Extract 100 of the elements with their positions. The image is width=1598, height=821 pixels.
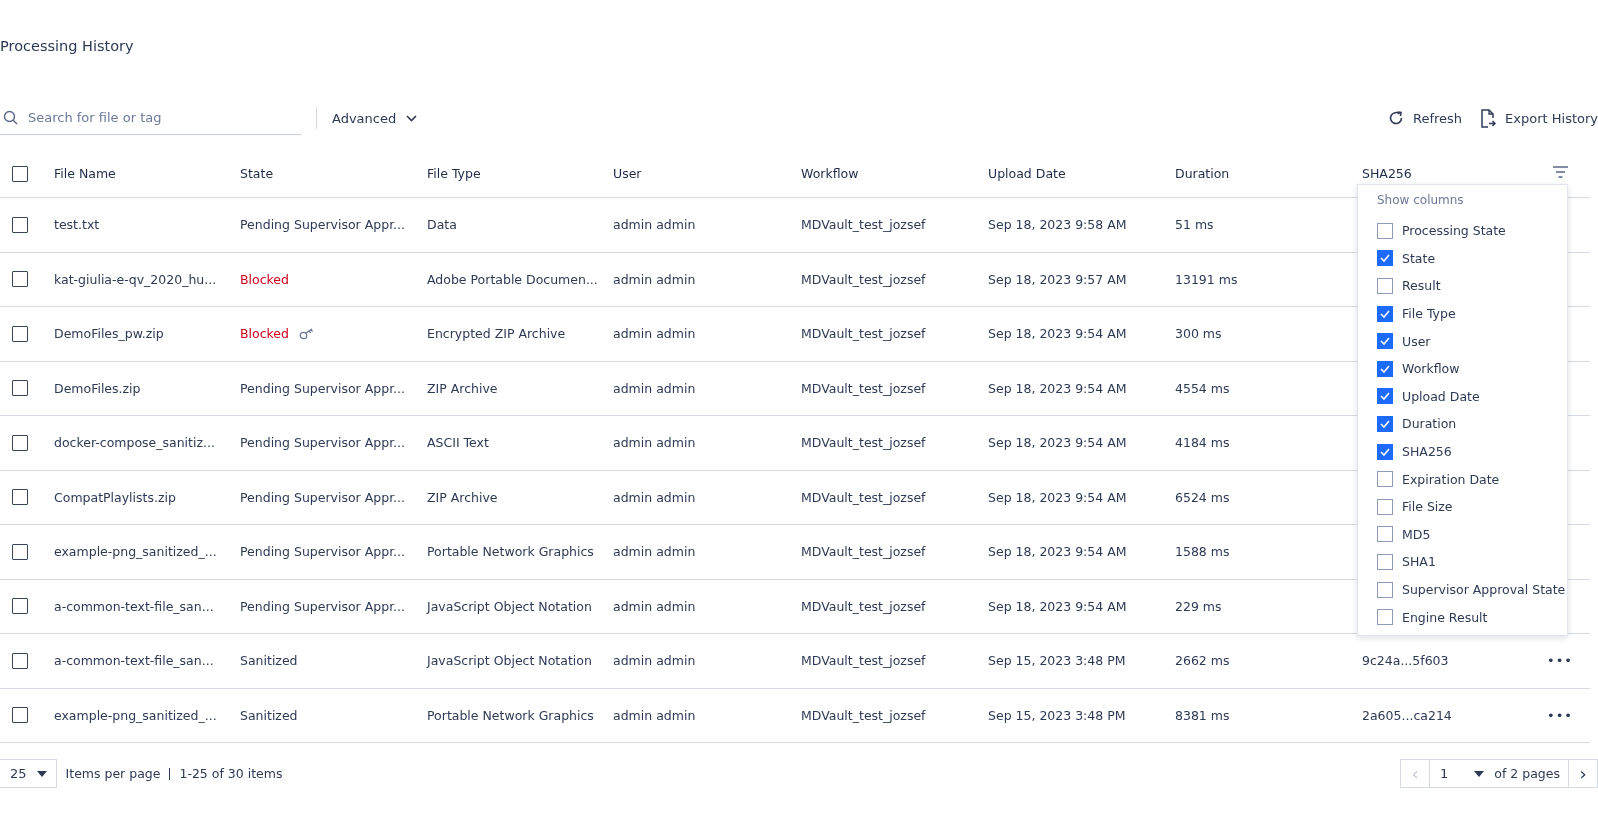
state-cell: Pending Supervisor Appr...: [240, 217, 406, 233]
column-checkbox[interactable]: [1377, 443, 1393, 460]
caret-icon: [36, 770, 47, 777]
column-checkbox[interactable]: [1377, 333, 1393, 350]
column-header[interactable]: Workflow: [801, 166, 859, 181]
column-option-label[interactable]: Workflow: [1402, 361, 1460, 377]
column-checkbox[interactable]: [1377, 471, 1393, 488]
column-option-label[interactable]: MD5: [1402, 526, 1431, 542]
file-type-cell: Adobe Portable Documen...: [427, 271, 598, 287]
export-history-button[interactable]: Export History: [1480, 108, 1598, 128]
column-option-label[interactable]: State: [1402, 250, 1436, 266]
upload-date-cell: Sep 18, 2023 9:54 AM: [988, 435, 1127, 451]
advanced-dropdown[interactable]: Advanced: [332, 110, 418, 126]
duration-cell: 51 ms: [1175, 217, 1214, 233]
filter-icon[interactable]: [1552, 166, 1568, 178]
user-cell: admin admin: [613, 544, 696, 560]
file-name-cell: docker-compose_sanitiz...: [54, 435, 215, 451]
column-checkbox[interactable]: [1377, 553, 1393, 570]
column-option-label[interactable]: File Size: [1402, 499, 1453, 515]
column-option-label[interactable]: Engine Result: [1402, 609, 1488, 625]
column-option-label[interactable]: Processing State: [1402, 223, 1506, 239]
column-checkbox[interactable]: [1377, 250, 1393, 267]
column-option-label[interactable]: User: [1402, 333, 1431, 349]
column-checkbox[interactable]: [1377, 498, 1393, 515]
upload-date-cell: Sep 18, 2023 9:54 AM: [988, 489, 1127, 505]
sha256-cell: 2a605...ca214: [1362, 707, 1452, 723]
file-name-cell: DemoFiles.zip: [54, 380, 141, 396]
user-cell: admin admin: [613, 435, 696, 451]
column-checkbox[interactable]: [1377, 388, 1393, 405]
check-icon: [1380, 392, 1390, 401]
row-checkbox[interactable]: [12, 489, 28, 506]
column-option-label[interactable]: Expiration Date: [1402, 471, 1500, 487]
page-size-dropdown[interactable]: 25: [0, 759, 57, 788]
duration-cell: 2662 ms: [1175, 653, 1230, 669]
upload-date-cell: Sep 18, 2023 9:54 AM: [988, 326, 1127, 342]
user-cell: admin admin: [613, 653, 696, 669]
row-checkbox[interactable]: [12, 271, 28, 288]
user-cell: admin admin: [613, 707, 696, 723]
column-checkbox[interactable]: [1377, 415, 1393, 432]
page-title: Processing History: [0, 37, 135, 56]
user-cell: admin admin: [613, 598, 696, 614]
column-option-label[interactable]: Duration: [1402, 416, 1457, 432]
column-option-label[interactable]: Supervisor Approval State: [1402, 582, 1566, 597]
column-option-label[interactable]: Upload Date: [1402, 388, 1480, 404]
column-header[interactable]: File Name: [54, 166, 116, 181]
state-cell: Sanitized: [240, 707, 298, 723]
column-header[interactable]: User: [613, 166, 642, 181]
refresh-button[interactable]: Refresh: [1387, 110, 1463, 126]
file-name-cell: example-png_sanitized_...: [54, 544, 217, 560]
upload-date-cell: Sep 18, 2023 9:54 AM: [988, 598, 1127, 614]
column-option-label[interactable]: SHA1: [1402, 554, 1436, 570]
more-options-button[interactable]: •••: [1547, 653, 1573, 669]
column-checkbox[interactable]: [1377, 526, 1393, 543]
column-header[interactable]: State: [240, 166, 274, 181]
column-checkbox[interactable]: [1377, 360, 1393, 377]
workflow-cell: MDVault_test_jozsef: [801, 271, 926, 287]
workflow-cell: MDVault_test_jozsef: [801, 380, 926, 396]
search-field[interactable]: Search for file or tag: [28, 110, 278, 125]
file-type-cell: Portable Network Graphics: [427, 707, 594, 723]
row-checkbox[interactable]: [12, 652, 28, 669]
row-checkbox[interactable]: [12, 434, 28, 451]
row-checkbox[interactable]: [12, 543, 28, 560]
column-checkbox[interactable]: [1377, 581, 1393, 598]
column-checkbox[interactable]: [1377, 222, 1393, 239]
row-checkbox[interactable]: [12, 380, 28, 397]
row-checkbox[interactable]: [12, 598, 28, 615]
column-header[interactable]: Duration: [1175, 166, 1230, 181]
page-number-dropdown[interactable]: 1: [1430, 760, 1495, 787]
sha256-cell: 9c24a...5f603: [1362, 653, 1449, 669]
file-type-cell: JavaScript Object Notation: [427, 598, 592, 614]
column-header[interactable]: SHA256: [1362, 166, 1412, 181]
upload-date-cell: Sep 15, 2023 3:48 PM: [988, 707, 1126, 723]
user-cell: admin admin: [613, 326, 696, 342]
user-cell: admin admin: [613, 217, 696, 233]
state-cell: Pending Supervisor Appr...: [240, 598, 406, 614]
upload-date-cell: Sep 18, 2023 9:54 AM: [988, 380, 1127, 396]
row-checkbox[interactable]: [12, 216, 28, 233]
column-option-label[interactable]: File Type: [1402, 306, 1456, 322]
column-checkbox[interactable]: [1377, 305, 1393, 322]
file-name-cell: a-common-text-file_san...: [54, 653, 214, 669]
state-cell: Sanitized: [240, 653, 298, 669]
column-option-label[interactable]: SHA256: [1402, 444, 1452, 460]
select-all-checkbox[interactable]: [12, 165, 28, 182]
column-header[interactable]: Upload Date: [988, 166, 1066, 181]
file-type-cell: JavaScript Object Notation: [427, 653, 592, 669]
column-checkbox[interactable]: [1377, 609, 1393, 626]
workflow-cell: MDVault_test_jozsef: [801, 707, 926, 723]
search-icon: [3, 110, 18, 125]
row-checkbox[interactable]: [12, 325, 28, 342]
user-cell: admin admin: [613, 271, 696, 287]
column-header[interactable]: File Type: [427, 166, 481, 181]
column-option-label[interactable]: Result: [1402, 278, 1441, 294]
next-page-button[interactable]: ›: [1569, 760, 1597, 787]
more-options-button[interactable]: •••: [1547, 707, 1573, 723]
column-checkbox[interactable]: [1377, 278, 1393, 294]
file-type-cell: ZIP Archive: [427, 489, 498, 505]
file-name-cell: CompatPlaylists.zip: [54, 489, 176, 505]
check-icon: [1380, 419, 1390, 428]
row-checkbox[interactable]: [12, 707, 28, 724]
duration-cell: 229 ms: [1175, 598, 1222, 614]
